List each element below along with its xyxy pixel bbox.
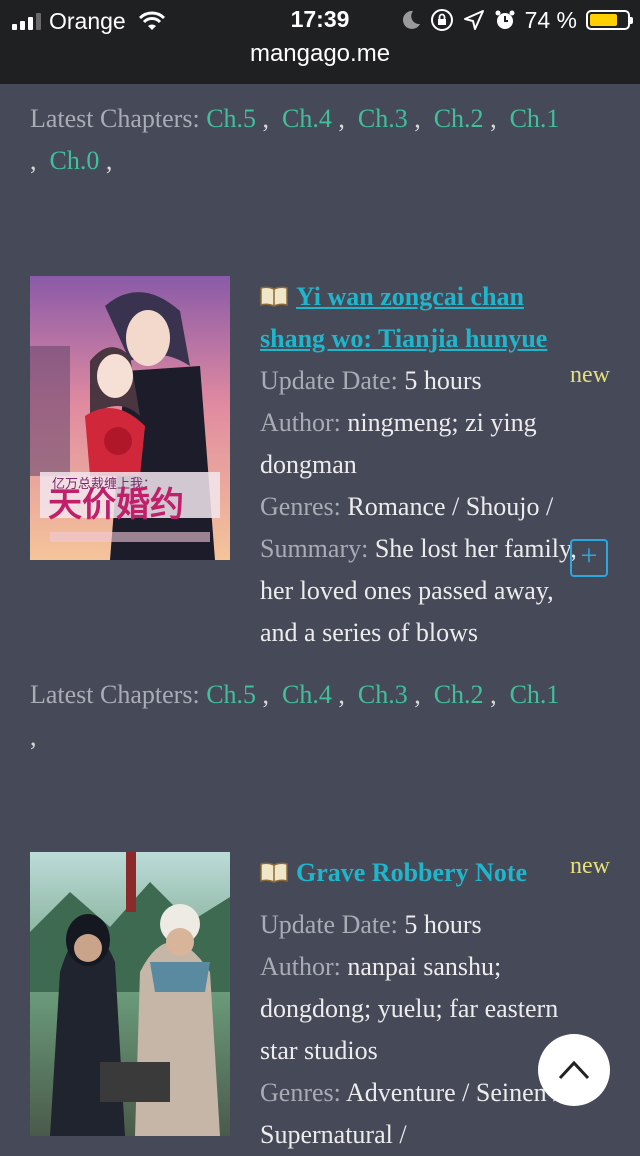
orientation-lock-icon <box>430 9 453 31</box>
latest-chapters-label: Latest Chapters: <box>30 104 200 133</box>
book-icon <box>260 862 288 883</box>
new-badge: new <box>570 853 610 879</box>
latest-chapters: Latest Chapters: Ch.5 , Ch.4 , Ch.3 , Ch… <box>30 680 560 751</box>
manga-title-row: Yi wan zongcai chan shang wo: Tianjia hu… <box>260 276 615 360</box>
latest-chapters-label: Latest Chapters: <box>30 680 200 709</box>
update-date: Update Date: 5 hours <box>260 910 482 939</box>
author: Author: ningmeng; zi ying dongman <box>260 408 537 479</box>
chapter-link[interactable]: Ch.0 <box>50 146 100 175</box>
chevron-up-icon <box>558 1060 590 1080</box>
genres: Genres: Romance / Shoujo / <box>260 492 554 521</box>
cover-illustration <box>30 852 230 1136</box>
battery-percent: 74 % <box>524 6 577 33</box>
cover-title: 天价婚约 <box>48 485 184 525</box>
chapter-link[interactable]: Ch.4 <box>282 104 332 133</box>
battery-level-fill <box>590 14 617 26</box>
status-bar: Orange 17:39 74 % mangago.me <box>0 0 640 84</box>
manga-title-link[interactable]: shang wo: Tianjia hunyue <box>260 324 547 353</box>
chapter-link[interactable]: Ch.4 <box>282 680 332 709</box>
add-to-list-button[interactable]: + <box>570 539 608 577</box>
do-not-disturb-moon-icon <box>402 10 420 29</box>
manga-title-row: Grave Robbery Note <box>260 852 615 894</box>
chapter-link[interactable]: Ch.2 <box>434 104 484 133</box>
url-bar[interactable]: mangago.me <box>0 40 640 68</box>
chapter-link[interactable]: Ch.5 <box>206 104 256 133</box>
book-icon <box>260 286 288 307</box>
location-arrow-icon <box>463 10 484 30</box>
manga-cover[interactable] <box>30 852 230 1136</box>
chapter-link[interactable]: Ch.1 <box>510 104 560 133</box>
new-badge: new <box>570 362 610 388</box>
chapter-link[interactable]: Ch.5 <box>206 680 256 709</box>
manga-title-link[interactable]: Yi wan zongcai chan <box>296 282 524 311</box>
chapter-link[interactable]: Ch.1 <box>510 680 560 709</box>
chapter-link[interactable]: Ch.2 <box>434 680 484 709</box>
manga-title-link[interactable]: Grave Robbery Note <box>296 858 527 887</box>
manga-cover[interactable]: 亿万总裁缠上我： 天价婚约 <box>30 276 230 560</box>
alarm-clock-icon <box>495 10 515 29</box>
manga-info: Grave Robbery Note Update Date: 5 hours … <box>260 852 615 1156</box>
scroll-to-top-button[interactable] <box>538 1034 610 1106</box>
update-date: Update Date: 5 hours <box>260 366 482 395</box>
latest-chapters-prev: Latest Chapters: Ch.5 , Ch.4 , Ch.3 , Ch… <box>30 104 560 175</box>
summary: Summary: She lost her family, her loved o… <box>260 534 577 647</box>
chapter-link[interactable]: Ch.3 <box>358 104 408 133</box>
chapter-link[interactable]: Ch.3 <box>358 680 408 709</box>
manga-info: Yi wan zongcai chan shang wo: Tianjia hu… <box>260 276 615 654</box>
cover-illustration: 亿万总裁缠上我： 天价婚约 <box>30 276 230 560</box>
battery-icon <box>586 10 633 30</box>
